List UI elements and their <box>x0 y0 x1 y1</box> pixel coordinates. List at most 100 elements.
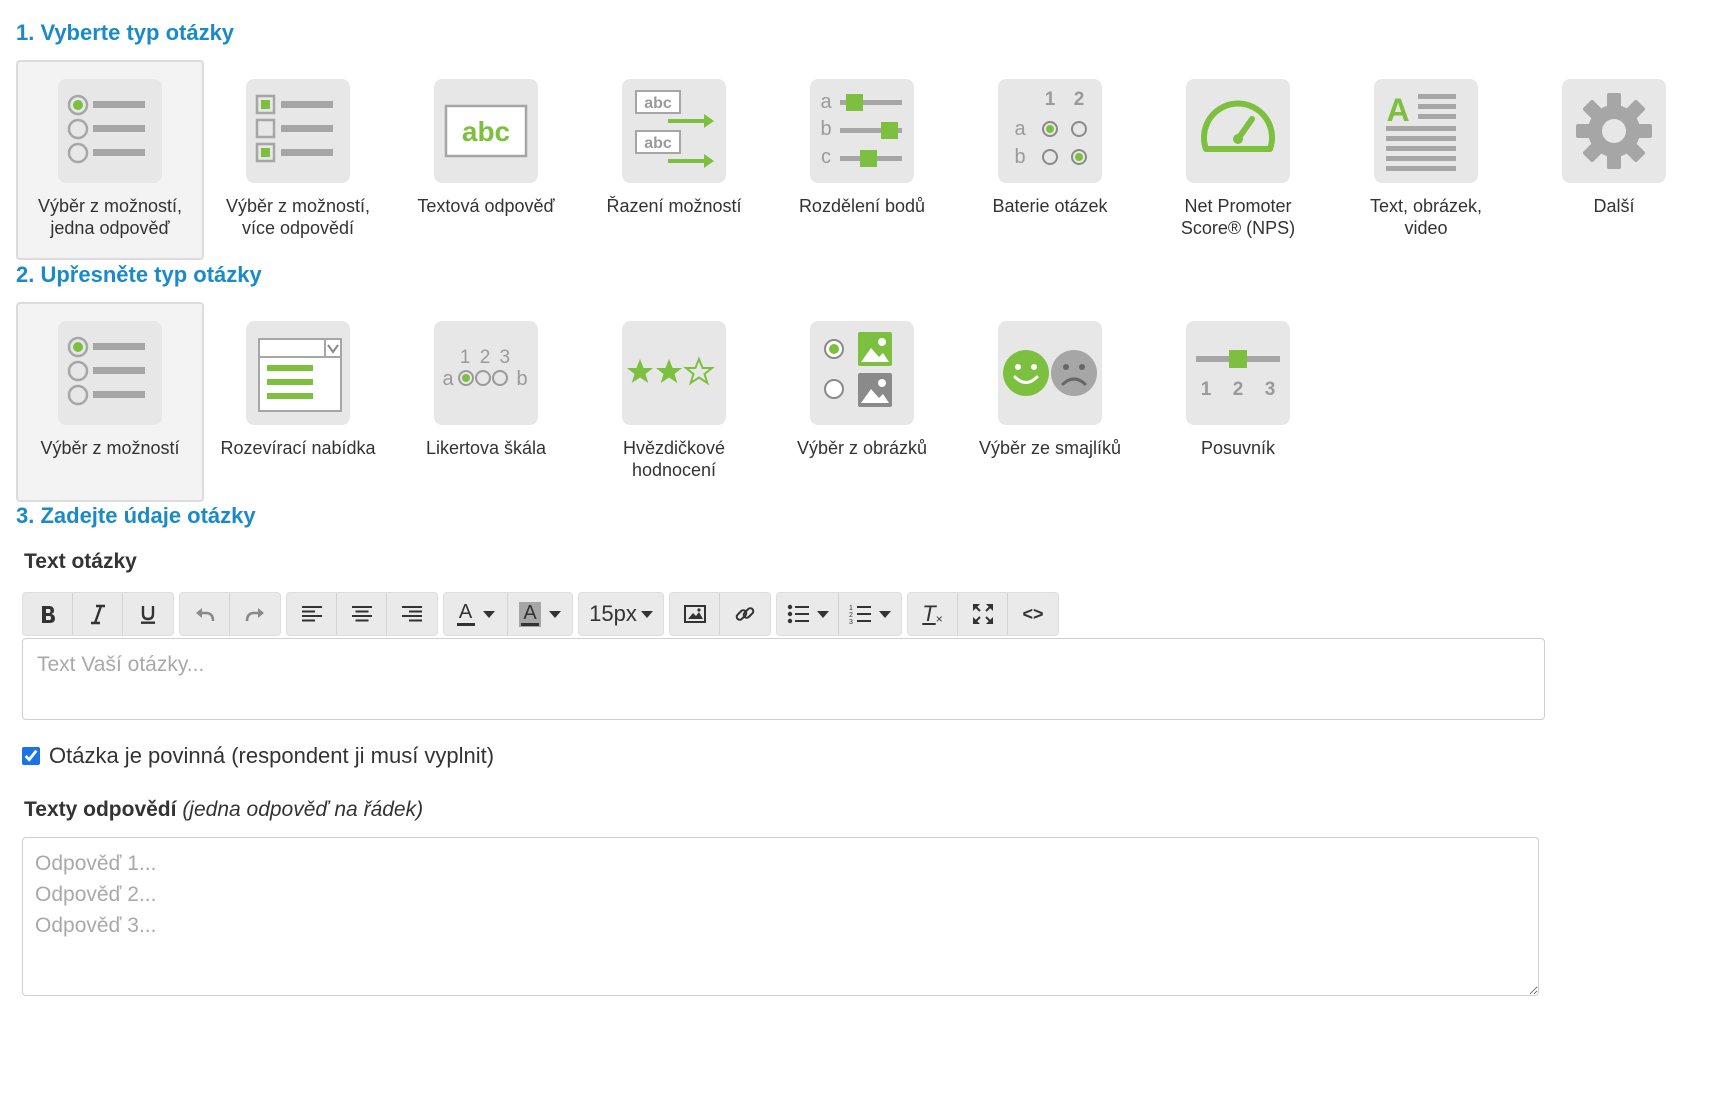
tile-radio-list[interactable]: Výběr z možností <box>16 302 204 502</box>
bold-icon <box>41 606 55 623</box>
tile-smiley-choice[interactable]: Výběr ze smajlíků <box>956 302 1144 502</box>
background-color-icon: A <box>519 601 541 627</box>
required-checkbox-input[interactable] <box>22 747 40 765</box>
text-color-icon: A <box>456 602 475 626</box>
answers-label-text: Texty odpovědí <box>24 798 177 821</box>
background-color-glyph: A <box>523 601 537 624</box>
tile-slider[interactable]: 1 2 3 Posuvník <box>1144 302 1332 502</box>
background-color-button[interactable]: A <box>508 593 572 635</box>
page: 1. Vyberte typ otázky Výběr z možností, … <box>0 0 1735 1116</box>
code-view-button[interactable]: <> <box>1008 593 1058 635</box>
image-icon <box>683 605 706 623</box>
tile-points-distribution[interactable]: a b c Rozdělení bodů <box>768 60 956 260</box>
bullet-list-button[interactable] <box>777 593 839 635</box>
star-rating-icon <box>622 321 726 425</box>
insert-link-button[interactable] <box>720 593 770 635</box>
tile-label: Výběr z možností, více odpovědí <box>225 196 371 238</box>
svg-text:b: b <box>516 368 527 390</box>
tile-label: Likertova škála <box>425 438 547 458</box>
svg-text:1: 1 <box>849 605 853 612</box>
align-left-button[interactable] <box>287 593 337 635</box>
tile-label: Rozdělení bodů <box>798 196 926 216</box>
chevron-down-icon <box>816 610 829 618</box>
image-choice-icon <box>810 321 914 425</box>
font-size-select[interactable]: 15px <box>579 593 663 635</box>
svg-text:c: c <box>821 146 831 168</box>
required-question-checkbox[interactable]: Otázka je povinná (respondent ji musí vy… <box>22 743 494 769</box>
svg-text:2: 2 <box>1074 89 1085 110</box>
tile-label: Text, obrázek, video <box>1369 196 1483 238</box>
fullscreen-button[interactable] <box>958 593 1008 635</box>
answers-textarea[interactable] <box>22 837 1539 996</box>
dropdown-icon <box>246 321 350 425</box>
tile-label: Baterie otázek <box>992 196 1108 216</box>
tile-label: Další <box>1593 196 1635 216</box>
tile-text-image-video[interactable]: A Text, obrázek, video <box>1332 60 1520 260</box>
editor-toolbar: A A 15px 1 2 3 T × <> <box>22 590 1064 638</box>
tile-text-answer[interactable]: abc Textová odpověď <box>392 60 580 260</box>
tile-likert[interactable]: 1 2 3 a b Likertova škála <box>392 302 580 502</box>
svg-text:a: a <box>442 368 454 390</box>
svg-text:b: b <box>820 118 831 140</box>
tile-label: Textová odpověď <box>417 196 555 216</box>
svg-text:3: 3 <box>1265 379 1276 400</box>
tile-label: Rozevírací nabídka <box>220 438 376 458</box>
tile-star-rating[interactable]: Hvězdičkové hodnocení <box>580 302 768 502</box>
question-battery-icon: 1 2 a b <box>998 79 1102 183</box>
tile-multiple-choice[interactable]: Výběr z možností, více odpovědí <box>204 60 392 260</box>
tile-nps[interactable]: Net Promoter Score® (NPS) <box>1144 60 1332 260</box>
redo-icon <box>245 608 264 622</box>
redo-button[interactable] <box>230 593 280 635</box>
numbered-list-button[interactable]: 123 <box>839 593 901 635</box>
tile-ranking[interactable]: abc abc Řazení možností <box>580 60 768 260</box>
nps-gauge-icon <box>1186 79 1290 183</box>
step2-heading: 2. Upřesněte typ otázky <box>16 262 262 287</box>
text-color-swatch <box>456 623 475 626</box>
clear-formatting-icon: T <box>922 601 936 626</box>
underline-button[interactable] <box>123 593 173 635</box>
tile-dropdown[interactable]: Rozevírací nabídka <box>204 302 392 502</box>
multiple-choice-icon <box>246 79 350 183</box>
insert-image-button[interactable] <box>670 593 720 635</box>
chevron-down-icon <box>549 610 561 618</box>
underline-icon <box>141 606 155 624</box>
undo-button[interactable] <box>180 593 230 635</box>
question-text-editor[interactable]: Text Vaší otázky... <box>22 638 1545 720</box>
smiley-choice-icon <box>998 321 1102 425</box>
italic-icon <box>90 604 105 625</box>
tile-label: Net Promoter Score® (NPS) <box>1180 196 1296 238</box>
background-color-swatch <box>521 622 539 626</box>
format-group <box>22 592 174 636</box>
svg-text:b: b <box>1014 146 1025 168</box>
answers-hint: (jedna odpověď na řádek) <box>182 798 424 821</box>
insert-group <box>669 592 771 636</box>
question-text-placeholder: Text Vaší otázky... <box>37 653 205 676</box>
align-left-icon <box>301 606 322 622</box>
svg-text:a: a <box>1014 118 1026 140</box>
italic-button[interactable] <box>73 593 123 635</box>
align-group <box>286 592 438 636</box>
tile-single-choice[interactable]: Výběr z možností, jedna odpověď <box>16 60 204 260</box>
text-image-video-icon: A <box>1374 79 1478 183</box>
fullscreen-icon <box>972 604 993 624</box>
tile-image-choice[interactable]: Výběr z obrázků <box>768 302 956 502</box>
question-subtype-tiles: Výběr z možností Rozevírací nabídka 1 2 … <box>16 302 1332 502</box>
history-group <box>179 592 281 636</box>
clear-formatting-button[interactable]: T × <box>908 593 958 635</box>
tile-question-battery[interactable]: 1 2 a b Baterie otázek <box>956 60 1144 260</box>
color-group: A A <box>443 592 573 636</box>
align-right-button[interactable] <box>387 593 437 635</box>
bold-button[interactable] <box>23 593 73 635</box>
tile-more[interactable]: Další <box>1520 60 1708 260</box>
text-color-button[interactable]: A <box>444 593 508 635</box>
misc-group: T × <> <box>907 592 1059 636</box>
align-center-button[interactable] <box>337 593 387 635</box>
step3-heading: 3. Zadejte údaje otázky <box>16 503 256 528</box>
tile-label: Hvězdičkové hodnocení <box>622 438 726 480</box>
svg-text:2: 2 <box>1233 379 1244 400</box>
chevron-down-icon <box>640 610 653 618</box>
likert-scale-icon: 1 2 3 a b <box>434 321 538 425</box>
svg-text:abc: abc <box>644 95 672 112</box>
question-type-tiles: Výběr z možností, jedna odpověď Výběr z … <box>16 60 1708 260</box>
clear-x-glyph: × <box>935 612 943 626</box>
